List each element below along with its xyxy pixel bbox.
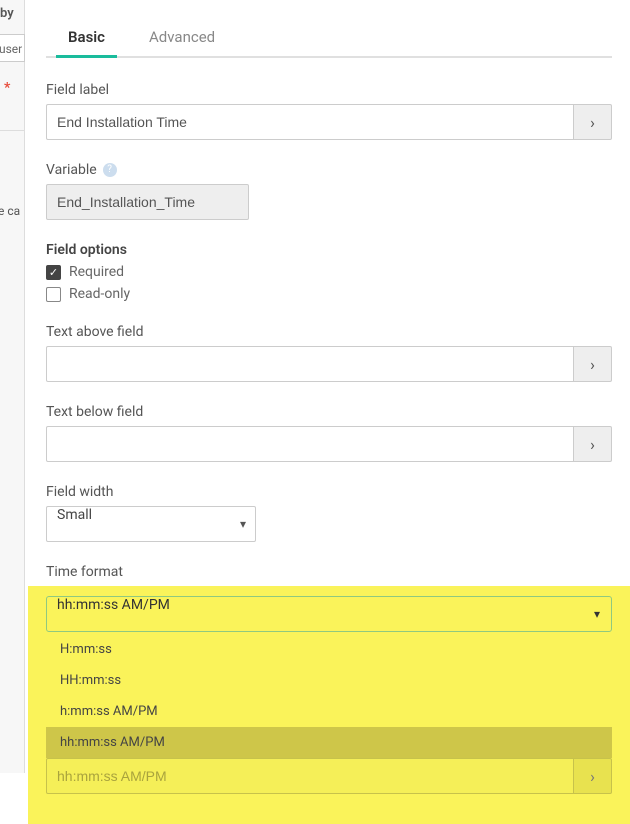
sliver-user-field[interactable]: user [0, 34, 25, 62]
field-label-heading: Field label [46, 82, 612, 98]
chevron-right-icon: › [590, 355, 595, 374]
field-config-panel: Basic Advanced Field label › Variable ? … [28, 0, 630, 824]
text-below-heading: Text below field [46, 404, 612, 420]
sliver-eca-text: e ca [0, 204, 20, 218]
time-format-dropdown: H:mm:ss HH:mm:ss h:mm:ss AM/PM hh:mm:ss … [46, 634, 612, 758]
tabs: Basic Advanced [46, 0, 612, 58]
sliver-divider [0, 130, 24, 131]
field-label-expand-button[interactable]: › [574, 104, 612, 140]
variable-heading: Variable ? [46, 162, 612, 178]
time-format-select[interactable]: hh:mm:ss AM/PM [46, 596, 612, 632]
time-format-heading: Time format [46, 564, 612, 580]
chevron-right-icon: › [590, 435, 595, 454]
text-above-heading: Text above field [46, 324, 612, 340]
chevron-right-icon: › [590, 767, 595, 786]
time-format-option-3[interactable]: hh:mm:ss AM/PM [46, 727, 612, 758]
text-above-input[interactable] [46, 346, 574, 382]
field-width-heading: Field width [46, 484, 612, 500]
time-format-option-1[interactable]: HH:mm:ss [46, 665, 612, 696]
section-field-options: Field options ✓ Required Read-only [46, 242, 612, 302]
text-below-input[interactable] [46, 426, 574, 462]
sliver-by-label: by [0, 6, 14, 21]
required-checkbox-row[interactable]: ✓ Required [46, 264, 612, 280]
required-star: * [4, 80, 10, 96]
section-text-above: Text above field › [46, 324, 612, 382]
required-checkbox[interactable]: ✓ [46, 265, 61, 280]
section-field-label: Field label › [46, 82, 612, 140]
text-below-expand-button[interactable]: › [574, 426, 612, 462]
time-format-ghost-input [46, 758, 574, 794]
field-options-heading: Field options [46, 242, 612, 258]
tab-advanced[interactable]: Advanced [127, 20, 237, 56]
readonly-checkbox-label: Read-only [69, 286, 130, 302]
chevron-right-icon: › [590, 113, 595, 132]
left-panel-sliver: by user * e ca [0, 0, 25, 773]
section-field-width: Field width Small [46, 484, 612, 542]
time-format-highlight: hh:mm:ss AM/PM H:mm:ss HH:mm:ss h:mm:ss … [28, 586, 630, 824]
field-width-select[interactable]: Small [46, 506, 256, 542]
section-variable: Variable ? [46, 162, 612, 220]
field-label-input[interactable] [46, 104, 574, 140]
variable-input [46, 184, 249, 220]
help-icon[interactable]: ? [103, 163, 117, 177]
section-text-below: Text below field › [46, 404, 612, 462]
time-format-ghost-row: › [46, 758, 612, 794]
time-format-option-0[interactable]: H:mm:ss [46, 634, 612, 665]
time-format-ghost-button[interactable]: › [574, 758, 612, 794]
text-above-expand-button[interactable]: › [574, 346, 612, 382]
required-checkbox-label: Required [69, 264, 124, 280]
time-format-option-2[interactable]: h:mm:ss AM/PM [46, 696, 612, 727]
readonly-checkbox-row[interactable]: Read-only [46, 286, 612, 302]
readonly-checkbox[interactable] [46, 287, 61, 302]
variable-label-text: Variable [46, 162, 97, 178]
tab-basic[interactable]: Basic [46, 20, 127, 56]
